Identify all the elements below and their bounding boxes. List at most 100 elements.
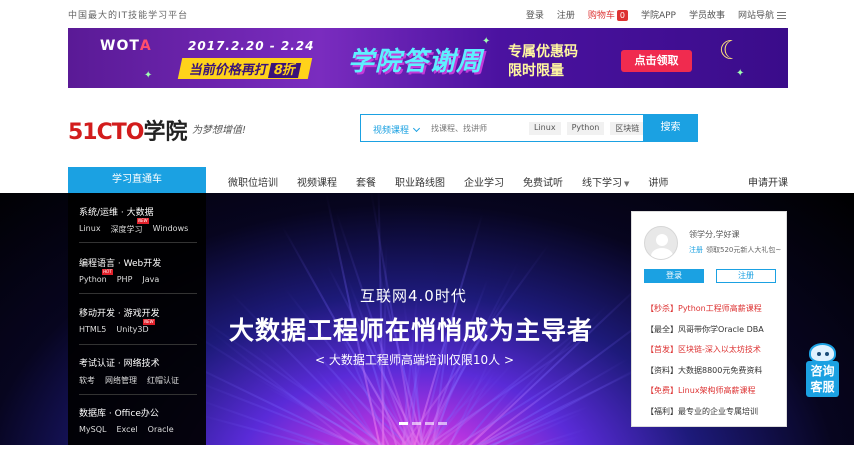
- banner-headline: 学院答谢周: [348, 41, 483, 78]
- search-tag[interactable]: 区块链: [610, 122, 644, 135]
- category-link-label: 深度学习: [111, 225, 143, 234]
- nav-item-free-trial[interactable]: 免费试听: [523, 174, 563, 189]
- category-group[interactable]: 编程语言 · Web开发 Python HOT PHP Java: [79, 256, 197, 284]
- category-link[interactable]: Java: [142, 275, 159, 284]
- category-link[interactable]: Linux: [79, 224, 101, 235]
- avatar: [644, 226, 678, 260]
- top-nav: 登录 注册 购物车 0 学院APP 学员故事 网站导航: [526, 8, 786, 21]
- promo-text: 风哥带你学Oracle DBA: [678, 325, 764, 334]
- promo-list: 【秒杀】Python工程师高薪课程 【最全】风哥带你学Oracle DBA 【首…: [646, 303, 764, 426]
- category-group[interactable]: 考试认证 · 网络技术 软考 网络管理 红帽认证: [79, 356, 197, 386]
- category-link[interactable]: Windows: [153, 224, 189, 235]
- divider: [79, 293, 197, 294]
- app-link[interactable]: 学院APP: [641, 8, 676, 21]
- list-item[interactable]: 【资料】大数据8800元免费资料: [646, 365, 764, 386]
- list-item[interactable]: 【福利】最专业的企业专属培训: [646, 406, 764, 427]
- list-item[interactable]: 【免费】Linux架构师高薪课程: [646, 385, 764, 406]
- nav-item-offline[interactable]: 线下学习 ▼: [582, 174, 629, 189]
- search-box: 视频课程 Linux Python 区块链 搜索: [360, 114, 698, 142]
- login-link[interactable]: 登录: [526, 8, 544, 21]
- hero-description: < 大数据工程师高端培训仅限10人 >: [315, 351, 514, 368]
- promo-text: 大数据8800元免费资料: [678, 366, 762, 375]
- category-link[interactable]: PHP: [117, 275, 133, 284]
- service-label: 咨询客服: [806, 361, 839, 397]
- search-input[interactable]: [431, 119, 531, 137]
- nav-item-video-courses[interactable]: 视频课程: [297, 174, 337, 189]
- register-link[interactable]: 注册: [557, 8, 575, 21]
- banner-price-text: 当前价格再打: [188, 63, 269, 78]
- main-nav: 学习直通车 微职位培训 视频课程 套餐 职业路线图 企业学习 免费试听 线下学习…: [68, 167, 788, 193]
- search-tag[interactable]: Python: [567, 122, 605, 135]
- category-group[interactable]: 系统/运维 · 大数据 Linux 深度学习 NEW Windows: [79, 205, 197, 235]
- category-link[interactable]: Python HOT: [79, 275, 107, 284]
- category-link[interactable]: Unity3D NEW: [116, 325, 148, 334]
- category-link[interactable]: 网络管理: [105, 375, 137, 386]
- promo-text: Python工程师高薪课程: [678, 304, 762, 313]
- category-link[interactable]: 深度学习 NEW: [111, 224, 143, 235]
- list-item[interactable]: 【首发】区块链-深入以太坊技术: [646, 344, 764, 365]
- category-title: 数据库 · Office办公: [79, 406, 197, 419]
- cart-link[interactable]: 购物车 0: [588, 8, 628, 21]
- category-group[interactable]: 移动开发 · 游戏开发 HTML5 Unity3D NEW: [79, 306, 197, 334]
- banner-discount: 8折: [268, 63, 301, 78]
- search-button[interactable]: 搜索: [643, 114, 698, 142]
- apply-course-link[interactable]: 申请开课: [748, 174, 788, 189]
- hot-badge: HOT: [102, 269, 113, 275]
- category-title: 移动开发 · 游戏开发: [79, 306, 197, 319]
- category-group[interactable]: 数据库 · Office办公 MySQL Excel Oracle: [79, 406, 197, 434]
- search-tag[interactable]: Linux: [529, 122, 561, 135]
- customer-service-widget[interactable]: 咨询客服: [806, 343, 839, 397]
- category-link-label: Python: [79, 275, 107, 284]
- carousel-dot[interactable]: [412, 422, 421, 425]
- category-link[interactable]: 红帽认证: [147, 375, 179, 386]
- register-gift: 注册 领取520元新人大礼包~: [689, 245, 781, 255]
- category-link[interactable]: MySQL: [79, 425, 106, 434]
- search-category-select[interactable]: 视频课程: [373, 123, 419, 136]
- login-button[interactable]: 登录: [644, 269, 704, 283]
- category-link[interactable]: 软考: [79, 375, 95, 386]
- promo-tag: 【秒杀】: [646, 304, 678, 313]
- login-welcome: 领学分,学好课: [689, 229, 740, 240]
- category-link-label: Unity3D: [116, 325, 148, 334]
- site-slogan: 中国最大的IT技能学习平台: [68, 8, 188, 21]
- signup-button[interactable]: 注册: [716, 269, 776, 283]
- star-icon: ✦: [482, 36, 490, 47]
- chevron-down-icon: [413, 125, 420, 132]
- carousel-dot[interactable]: [438, 422, 447, 425]
- divider: [79, 242, 197, 243]
- star-icon: ✦: [736, 68, 744, 79]
- site-logo[interactable]: 51CTO学院: [68, 114, 188, 146]
- stories-link[interactable]: 学员故事: [689, 8, 725, 21]
- category-link[interactable]: HTML5: [79, 325, 106, 334]
- nav-items: 微职位培训 视频课程 套餐 职业路线图 企业学习 免费试听 线下学习 ▼ 讲师: [228, 174, 668, 189]
- banner-price: 当前价格再打 8折: [178, 58, 313, 79]
- banner-promo-line2: 限时限量: [508, 60, 564, 80]
- learning-direct-tab[interactable]: 学习直通车: [68, 167, 206, 193]
- carousel-dot[interactable]: [425, 422, 434, 425]
- list-item[interactable]: 【秒杀】Python工程师高薪课程: [646, 303, 764, 324]
- hero-title: 大数据工程师在悄悄成为主导者: [229, 311, 593, 347]
- banner-brand-accent: A: [140, 38, 152, 54]
- carousel-dot[interactable]: [399, 422, 408, 425]
- promo-banner[interactable]: WOTA 2017.2.20 - 2.24 当前价格再打 8折 学院答谢周 专属优…: [68, 28, 788, 88]
- nav-item-packages[interactable]: 套餐: [356, 174, 376, 189]
- sitemap-link[interactable]: 网站导航: [738, 8, 786, 21]
- category-link[interactable]: Oracle: [148, 425, 174, 434]
- new-badge: NEW: [143, 319, 154, 325]
- claim-button[interactable]: 点击领取: [621, 50, 692, 72]
- category-link[interactable]: Excel: [116, 425, 137, 434]
- nav-item-enterprise[interactable]: 企业学习: [464, 174, 504, 189]
- banner-brand: WOTA: [100, 38, 152, 54]
- register-gift-text: 领取520元新人大礼包~: [706, 246, 781, 254]
- sitemap-label: 网站导航: [738, 11, 774, 21]
- menu-icon: [777, 12, 786, 19]
- list-item[interactable]: 【最全】风哥带你学Oracle DBA: [646, 324, 764, 345]
- nav-item-lecturers[interactable]: 讲师: [648, 174, 668, 189]
- nav-item-micro-job[interactable]: 微职位培训: [228, 174, 278, 189]
- search-category-label: 视频课程: [373, 126, 409, 136]
- promo-text: Linux架构师高薪课程: [678, 386, 756, 395]
- register-gift-link[interactable]: 注册: [689, 246, 703, 254]
- search-hot-tags: Linux Python 区块链: [529, 122, 644, 135]
- nav-item-career-roadmap[interactable]: 职业路线图: [395, 174, 445, 189]
- category-title: 系统/运维 · 大数据: [79, 205, 197, 218]
